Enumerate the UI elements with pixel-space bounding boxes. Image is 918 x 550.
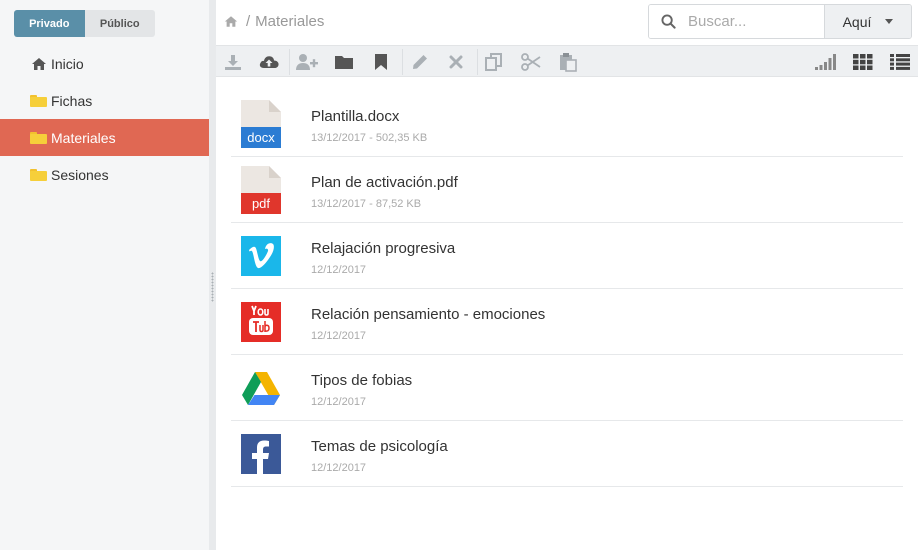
- sidebar-item-fichas[interactable]: Fichas: [0, 82, 209, 119]
- file-row[interactable]: pdf Plan de activación.pdf 13/12/2017 - …: [231, 157, 903, 223]
- sidebar-item-label: Inicio: [51, 55, 84, 72]
- folder-icon: [30, 94, 47, 108]
- folder-icon: [30, 168, 47, 182]
- search-scope-label: Aquí: [842, 13, 872, 30]
- google-drive-icon: [242, 372, 280, 405]
- search-input[interactable]: [688, 13, 818, 30]
- file-row[interactable]: Temas de psicología 12/12/2017: [231, 421, 903, 487]
- toolbar: [216, 45, 918, 77]
- file-meta: 12/12/2017: [311, 330, 367, 342]
- vimeo-icon: [241, 236, 281, 276]
- docx-file-icon: docx: [241, 100, 281, 148]
- download-icon[interactable]: [221, 51, 245, 73]
- file-name: Tipos de fobias: [311, 372, 413, 389]
- list-view-icon[interactable]: [888, 51, 912, 73]
- breadcrumb-separator: /: [246, 13, 251, 30]
- search-scope-dropdown[interactable]: Aquí: [824, 5, 911, 38]
- youtube-icon: [241, 302, 281, 342]
- signal-bars-icon[interactable]: [813, 51, 837, 73]
- file-row[interactable]: docx Plantilla.docx 13/12/2017 - 502,35 …: [231, 91, 903, 157]
- private-toggle-button[interactable]: Privado: [14, 10, 85, 37]
- search-field: [649, 5, 824, 38]
- visibility-toggle: Privado Público: [14, 10, 155, 37]
- file-meta: 13/12/2017 - 502,35 KB: [311, 132, 428, 144]
- search-icon: [661, 14, 676, 29]
- file-name: Plantilla.docx: [311, 108, 400, 125]
- edit-pencil-icon[interactable]: [408, 51, 432, 73]
- home-icon[interactable]: [224, 15, 238, 28]
- facebook-icon: [241, 434, 281, 474]
- folder-icon: [30, 131, 47, 145]
- file-name: Temas de psicología: [311, 438, 448, 455]
- file-meta: 12/12/2017: [311, 264, 367, 276]
- caret-down-icon: [885, 19, 894, 24]
- file-type-badge: pdf: [252, 196, 270, 211]
- sidebar-item-materiales[interactable]: Materiales: [0, 119, 209, 156]
- copy-icon[interactable]: [482, 51, 506, 73]
- sidebar-nav: Inicio Fichas Materiales Sesiones: [0, 45, 209, 193]
- file-name: Relajación progresiva: [311, 240, 456, 257]
- search-box: Aquí: [648, 4, 912, 39]
- file-row[interactable]: Relación pensamiento - emociones 12/12/2…: [231, 289, 903, 355]
- file-meta: 12/12/2017: [311, 462, 367, 474]
- sidebar-item-label: Sesiones: [51, 166, 109, 183]
- new-folder-icon[interactable]: [332, 51, 356, 73]
- file-row[interactable]: Relajación progresiva 12/12/2017: [231, 223, 903, 289]
- public-toggle-button[interactable]: Público: [84, 10, 155, 37]
- cut-scissors-icon[interactable]: [519, 51, 543, 73]
- file-list: docx Plantilla.docx 13/12/2017 - 502,35 …: [231, 91, 903, 487]
- file-name: Plan de activación.pdf: [311, 174, 458, 191]
- sidebar-item-inicio[interactable]: Inicio: [0, 45, 209, 82]
- sidebar: Privado Público Inicio Fichas Materiales…: [0, 0, 209, 550]
- sidebar-item-sesiones[interactable]: Sesiones: [0, 156, 209, 193]
- resize-grip-icon: [211, 272, 214, 302]
- file-type-badge: docx: [247, 130, 275, 145]
- upload-cloud-icon[interactable]: [257, 51, 281, 73]
- breadcrumb: / Materiales: [224, 13, 324, 30]
- bookmark-icon[interactable]: [369, 51, 393, 73]
- grid-view-icon[interactable]: [851, 51, 875, 73]
- pdf-file-icon: pdf: [241, 166, 281, 214]
- home-icon: [30, 57, 47, 71]
- add-user-icon[interactable]: [295, 51, 319, 73]
- file-meta: 12/12/2017: [311, 396, 367, 408]
- file-meta: 13/12/2017 - 87,52 KB: [311, 198, 422, 210]
- sidebar-item-label: Materiales: [51, 129, 116, 146]
- breadcrumb-current: Materiales: [255, 13, 325, 30]
- delete-x-icon[interactable]: [444, 51, 468, 73]
- file-name: Relación pensamiento - emociones: [311, 306, 546, 323]
- paste-icon[interactable]: [556, 51, 580, 73]
- sidebar-item-label: Fichas: [51, 92, 93, 109]
- file-row[interactable]: Tipos de fobias 12/12/2017: [231, 355, 903, 421]
